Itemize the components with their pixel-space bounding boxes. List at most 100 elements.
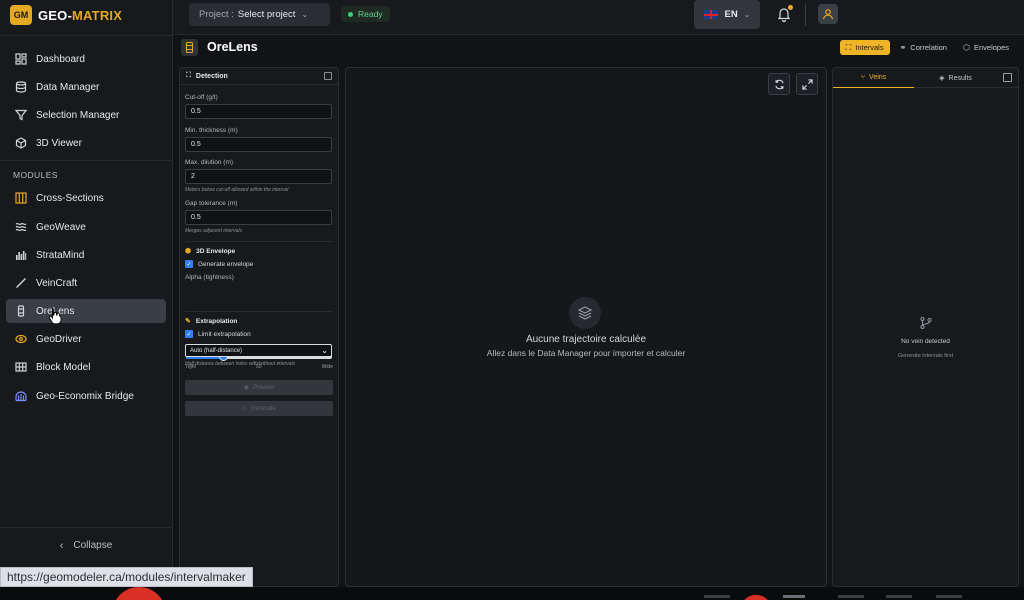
bridge-icon (14, 389, 28, 403)
strata-icon (14, 248, 28, 262)
language-selector[interactable]: EN ⌄ (694, 0, 760, 29)
detection-title: Detection (195, 72, 228, 80)
viewer-3d[interactable]: Aucune trajectoire calculée Allez dans l… (345, 67, 827, 587)
sidebar-item-geo-economix-bridge[interactable]: Geo-Economix Bridge (6, 384, 166, 408)
notification-badge (788, 5, 793, 10)
dashboard-icon (14, 52, 28, 66)
sidebar-divider (0, 35, 172, 36)
sidebar-item-label: Block Model (36, 361, 91, 373)
extrapolation-mode-select[interactable]: Auto (half-distance) ⌄ (185, 344, 332, 357)
preview-button[interactable]: ◉ Preview (185, 380, 333, 395)
section-divider (185, 241, 333, 242)
expand-icon: ⛶ (845, 42, 852, 52)
max-dilution-label: Max. dilution (m) (185, 159, 234, 166)
status-dot-icon (348, 11, 353, 17)
generate-button[interactable]: ▷ Generate (185, 401, 333, 416)
sidebar-item-dashboard[interactable]: Dashboard (6, 47, 166, 71)
sidebar-item-label: Dashboard (36, 53, 85, 65)
section-divider (185, 311, 333, 312)
tab-results[interactable]: ◈ Results (914, 68, 997, 88)
max-dilution-input[interactable] (185, 169, 332, 184)
user-avatar[interactable] (818, 4, 838, 24)
record-indicator (741, 595, 771, 600)
sidebar-item-stratamind[interactable]: StrataMind (6, 243, 166, 267)
view-tabs: ⛶ Intervals ⚭ Correlation ⬡ Envelopes (836, 40, 1015, 55)
sidebar-item-data-manager[interactable]: Data Manager (6, 75, 166, 99)
refresh-icon (774, 79, 784, 89)
panel-expand-icon[interactable] (1003, 73, 1012, 82)
mouse-pointer-icon (49, 308, 62, 325)
top-bar: Project : Select project ⌄ Ready EN ⌄ (173, 0, 1024, 35)
scan-icon: ⛶ (186, 72, 191, 79)
empty-state-subtitle: Allez dans le Data Manager pour importer… (486, 348, 686, 358)
generate-envelope-checkbox[interactable]: ✓ Generate envelope (185, 260, 253, 268)
panel-expand-icon[interactable] (324, 72, 332, 80)
chevron-down-icon: ⌄ (321, 346, 328, 355)
slider-max-label: Wide (321, 364, 333, 370)
block-icon (14, 360, 28, 374)
pen-icon (14, 276, 28, 290)
detection-panel: ⛶ Detection Cut-off (g/t) Min. thickness… (179, 67, 339, 587)
refresh-button[interactable] (768, 73, 790, 95)
taskbar-item (886, 595, 912, 598)
cube-icon (14, 136, 28, 150)
sidebar-item-veincraft[interactable]: VeinCraft (6, 271, 166, 295)
chevron-down-icon: ⌄ (301, 10, 309, 19)
taskbar-item (936, 595, 962, 598)
page-header: OreLens ⛶ Intervals ⚭ Correlation ⬡ Envelop… (173, 36, 1024, 62)
status-text: Ready (358, 9, 383, 19)
checkmark-icon: ✓ (185, 330, 193, 338)
sidebar-divider (0, 160, 172, 161)
extrapolation-hint: Half distance between holes with/without… (185, 361, 296, 367)
checkmark-icon: ✓ (185, 260, 193, 268)
notifications-button[interactable] (776, 5, 793, 23)
sidebar-item-block-model[interactable]: Block Model (6, 355, 166, 379)
maximize-icon (801, 78, 813, 90)
min-thickness-input[interactable] (185, 137, 332, 152)
sidebar-item-label: GeoWeave (36, 221, 86, 233)
logo-badge: GM (10, 5, 32, 25)
results-tabs: ⑂ Veins ◈ Results (833, 68, 1018, 88)
sidebar-item-geodriver[interactable]: GeoDriver (6, 327, 166, 351)
tab-envelopes[interactable]: ⬡ Envelopes (957, 40, 1015, 55)
empty-state-subtitle: Generate intervals first (897, 353, 954, 359)
gap-tolerance-label: Gap tolerance (m) (185, 200, 238, 207)
taskbar-strip (0, 587, 1024, 600)
topbar-divider (805, 4, 806, 26)
extrapolation-section-title: ✎ Extrapolation (185, 317, 238, 326)
tab-intervals[interactable]: ⛶ Intervals (839, 40, 890, 55)
cutoff-input[interactable] (185, 104, 332, 119)
user-icon (822, 9, 834, 20)
app-logo[interactable]: GM GEO-MATRIX (10, 5, 122, 25)
max-dilution-hint: Meters below cut-off allowed within the … (185, 187, 289, 193)
fullscreen-button[interactable] (796, 73, 818, 95)
eye-icon (14, 332, 28, 346)
eye-icon: ◉ (243, 385, 249, 391)
gap-tolerance-hint: Merges adjacent intervals (185, 228, 242, 234)
database-icon (14, 80, 28, 94)
sidebar-item-orelens[interactable]: OreLens (6, 299, 166, 323)
project-selector[interactable]: Project : Select project ⌄ (189, 3, 330, 26)
envelope-section-title: ⬢ 3D Envelope (185, 247, 236, 256)
tab-veins[interactable]: ⑂ Veins (833, 68, 914, 88)
sidebar-item-selection-manager[interactable]: Selection Manager (6, 103, 166, 127)
orelens-module-icon (181, 39, 198, 56)
play-icon: ▷ (242, 406, 247, 412)
limit-extrapolation-checkbox[interactable]: ✓ Limit extrapolation (185, 330, 251, 338)
record-button[interactable] (112, 587, 166, 600)
tab-correlation[interactable]: ⚭ Correlation (894, 40, 953, 55)
sidebar-item-cross-sections[interactable]: Cross-Sections (6, 186, 166, 210)
sidebar-item-label: Cross-Sections (36, 192, 104, 204)
taskbar-item (838, 595, 864, 598)
detection-header: ⛶ Detection (180, 68, 338, 85)
sidebar-item-label: Selection Manager (36, 109, 120, 121)
collapse-label: Collapse (73, 540, 113, 551)
sidebar-item-geoweave[interactable]: GeoWeave (6, 215, 166, 239)
chevron-down-icon: ⌄ (743, 10, 751, 19)
collapse-button[interactable]: ‹ Collapse (0, 527, 172, 563)
sidebar-item-3d-viewer[interactable]: 3D Viewer (6, 131, 166, 155)
taskbar-item (783, 595, 805, 598)
gap-tolerance-input[interactable] (185, 210, 332, 225)
sidebar-item-label: StrataMind (36, 249, 85, 261)
page-title: OreLens (207, 40, 258, 54)
